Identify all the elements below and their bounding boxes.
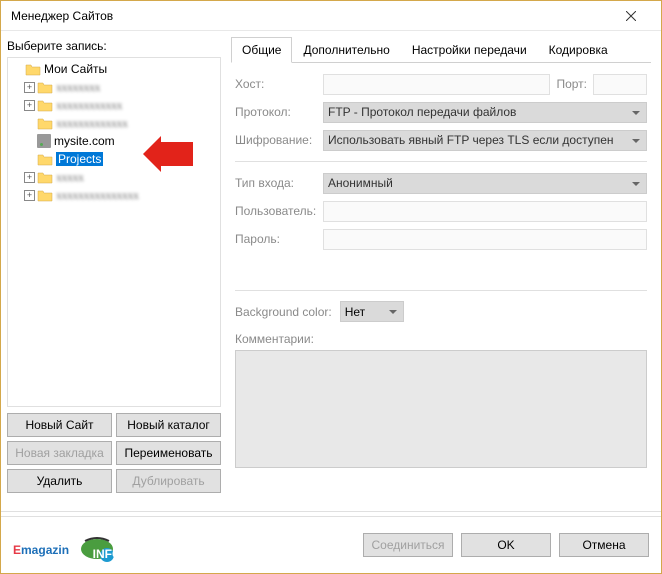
tree-root[interactable]: Мои Сайты xyxy=(10,60,218,78)
folder-icon xyxy=(25,62,41,76)
new-site-button[interactable]: Новый Сайт xyxy=(7,413,112,437)
user-label: Пользователь: xyxy=(235,204,323,218)
tab-bar: Общие Дополнительно Настройки передачи К… xyxy=(231,37,651,63)
tab-transfer[interactable]: Настройки передачи xyxy=(401,37,538,62)
duplicate-button: Дублировать xyxy=(116,469,221,493)
close-icon xyxy=(626,11,636,21)
port-label: Порт: xyxy=(556,77,587,91)
close-button[interactable] xyxy=(611,2,651,30)
tab-general[interactable]: Общие xyxy=(231,37,292,63)
tree-root-label: Мои Сайты xyxy=(44,62,107,76)
encryption-select[interactable]: Использовать явный FTP через TLS если до… xyxy=(323,130,647,151)
tree-item[interactable]: xxxxxxxxxxxxx xyxy=(10,114,218,132)
encryption-value: Использовать явный FTP через TLS если до… xyxy=(328,133,614,147)
server-icon xyxy=(37,134,51,148)
tab-charset[interactable]: Кодировка xyxy=(538,37,619,62)
folder-icon xyxy=(37,152,53,166)
comment-label: Комментарии: xyxy=(235,332,647,346)
logon-select[interactable]: Анонимный xyxy=(323,173,647,194)
cancel-button[interactable]: Отмена xyxy=(559,533,649,557)
tree-item-label: xxxxxxxxxxxxxxx xyxy=(56,188,139,203)
host-input[interactable] xyxy=(323,74,550,95)
folder-icon xyxy=(37,116,53,130)
delete-button[interactable]: Удалить xyxy=(7,469,112,493)
folder-icon xyxy=(37,80,53,94)
expander-icon[interactable]: + xyxy=(24,190,35,201)
bgcolor-label: Background color: xyxy=(235,305,332,319)
connect-button: Соединиться xyxy=(363,533,453,557)
ok-button[interactable]: OK xyxy=(461,533,551,557)
tab-advanced[interactable]: Дополнительно xyxy=(292,37,400,62)
bgcolor-value: Нет xyxy=(345,305,365,319)
window-title: Менеджер Сайтов xyxy=(11,9,611,23)
site-tree[interactable]: Мои Сайты + xxxxxxxx + xxxxxxxxxxxx xxxx… xyxy=(7,57,221,407)
protocol-label: Протокол: xyxy=(235,105,323,119)
new-bookmark-button: Новая закладка xyxy=(7,441,112,465)
folder-icon xyxy=(37,188,53,202)
tree-item-label: xxxxx xyxy=(56,170,84,185)
tree-item-label: Projects xyxy=(56,152,103,166)
tree-item[interactable]: + xxxxxxxx xyxy=(10,78,218,96)
new-folder-button[interactable]: Новый каталог xyxy=(116,413,221,437)
logo: Emagazin INFO xyxy=(13,527,363,563)
red-arrow-annotation xyxy=(143,136,193,172)
tree-item[interactable]: + xxxxxxxxxxxx xyxy=(10,96,218,114)
protocol-select[interactable]: FTP - Протокол передачи файлов xyxy=(323,102,647,123)
folder-icon xyxy=(37,98,53,112)
folder-icon xyxy=(37,170,53,184)
tree-item[interactable]: + xxxxxxxxxxxxxxx xyxy=(10,186,218,204)
encryption-label: Шифрование: xyxy=(235,133,323,147)
tree-item-label: mysite.com xyxy=(54,134,115,148)
select-entry-label: Выберите запись: xyxy=(7,39,221,53)
password-input[interactable] xyxy=(323,229,647,250)
bgcolor-select[interactable]: Нет xyxy=(340,301,404,322)
svg-text:INFO: INFO xyxy=(93,547,119,561)
tree-item-label: xxxxxxxx xyxy=(56,80,100,95)
expander-icon[interactable]: + xyxy=(24,172,35,183)
host-label: Хост: xyxy=(235,77,323,91)
tree-item-label: xxxxxxxxxxxx xyxy=(56,98,122,113)
port-input[interactable] xyxy=(593,74,647,95)
protocol-value: FTP - Протокол передачи файлов xyxy=(328,105,516,119)
basket-icon: INFO xyxy=(77,527,119,563)
password-label: Пароль: xyxy=(235,232,323,246)
logon-label: Тип входа: xyxy=(235,176,323,190)
tree-item-label: xxxxxxxxxxxxx xyxy=(56,116,128,131)
user-input[interactable] xyxy=(323,201,647,222)
rename-button[interactable]: Переименовать xyxy=(116,441,221,465)
logon-value: Анонимный xyxy=(328,176,393,190)
comment-textarea[interactable] xyxy=(235,350,647,468)
expander-icon[interactable]: + xyxy=(24,100,35,111)
expander-icon[interactable]: + xyxy=(24,82,35,93)
